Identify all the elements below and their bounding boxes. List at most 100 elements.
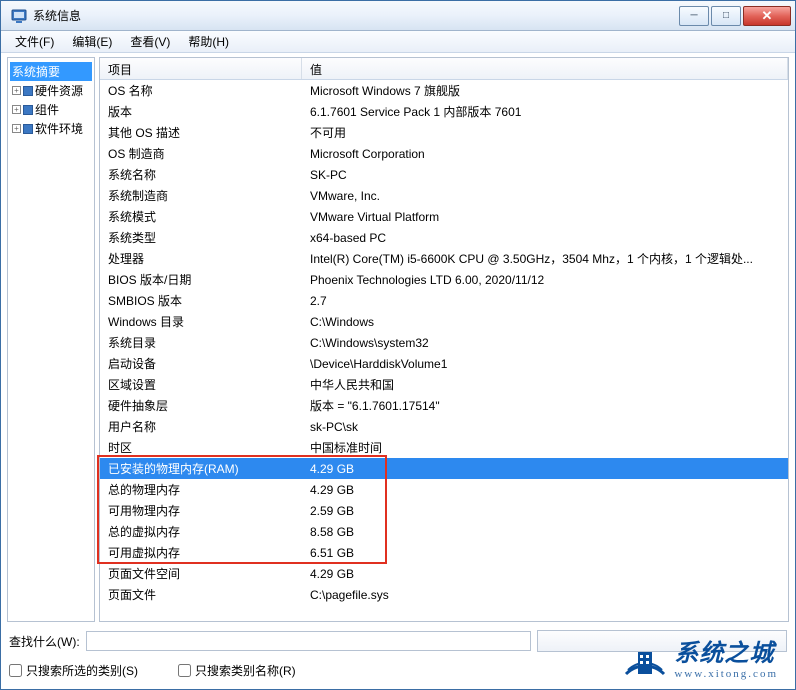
cell-value: VMware, Inc. (302, 189, 788, 203)
table-row[interactable]: 系统类型x64-based PC (100, 227, 788, 248)
cell-item: 硬件抽象层 (100, 397, 302, 414)
watermark-name: 系统之城 (674, 633, 778, 668)
cell-value: 版本 = "6.1.7601.17514" (302, 397, 788, 414)
table-row[interactable]: 系统制造商VMware, Inc. (100, 185, 788, 206)
cell-value: 4.29 GB (302, 483, 788, 497)
cell-value: Microsoft Windows 7 旗舰版 (302, 82, 788, 99)
cell-item: OS 制造商 (100, 145, 302, 162)
table-row[interactable]: 用户名称sk-PC\sk (100, 416, 788, 437)
table-row[interactable]: 总的物理内存4.29 GB (100, 479, 788, 500)
cell-value: 8.58 GB (302, 525, 788, 539)
watermark-logo-icon (624, 636, 666, 678)
cell-value: C:\pagefile.sys (302, 588, 788, 602)
table-row[interactable]: 区域设置中华人民共和国 (100, 374, 788, 395)
cell-value: 中国标准时间 (302, 439, 788, 456)
panes: 系统摘要 + 硬件资源 + 组件 + 软件环境 (7, 57, 789, 622)
cell-item: 版本 (100, 103, 302, 120)
titlebar: 系统信息 ─ □ ✕ (1, 1, 795, 31)
table-row[interactable]: BIOS 版本/日期Phoenix Technologies LTD 6.00,… (100, 269, 788, 290)
table-row[interactable]: 页面文件空间4.29 GB (100, 563, 788, 584)
cell-item: 总的虚拟内存 (100, 523, 302, 540)
tree-root[interactable]: 系统摘要 (10, 62, 92, 81)
watermark-url: www.xitong.com (674, 668, 778, 680)
table-row[interactable]: 已安装的物理内存(RAM)4.29 GB (100, 458, 788, 479)
cell-value: SK-PC (302, 168, 788, 182)
maximize-button[interactable]: □ (711, 6, 741, 26)
cell-value: C:\Windows\system32 (302, 336, 788, 350)
cell-item: BIOS 版本/日期 (100, 271, 302, 288)
expand-icon[interactable]: + (12, 105, 21, 114)
table-row[interactable]: 版本6.1.7601 Service Pack 1 内部版本 7601 (100, 101, 788, 122)
table-row[interactable]: 系统目录C:\Windows\system32 (100, 332, 788, 353)
watermark: 系统之城 www.xitong.com (624, 633, 778, 680)
cell-item: 可用虚拟内存 (100, 544, 302, 561)
checkbox[interactable] (9, 664, 22, 677)
check-label: 只搜索所选的类别(S) (26, 662, 138, 679)
table-row[interactable]: 系统名称SK-PC (100, 164, 788, 185)
menu-help[interactable]: 帮助(H) (180, 31, 237, 52)
col-value[interactable]: 值 (302, 58, 788, 79)
window-title: 系统信息 (33, 7, 679, 24)
search-label: 查找什么(W): (9, 633, 80, 650)
table-row[interactable]: 可用物理内存2.59 GB (100, 500, 788, 521)
table-row[interactable]: SMBIOS 版本2.7 (100, 290, 788, 311)
cell-value: Microsoft Corporation (302, 147, 788, 161)
table-row[interactable]: 总的虚拟内存8.58 GB (100, 521, 788, 542)
table-row[interactable]: 处理器Intel(R) Core(TM) i5-6600K CPU @ 3.50… (100, 248, 788, 269)
cell-item: 总的物理内存 (100, 481, 302, 498)
cell-item: 区域设置 (100, 376, 302, 393)
cell-item: 已安装的物理内存(RAM) (100, 460, 302, 477)
minimize-button[interactable]: ─ (679, 6, 709, 26)
cell-item: 系统目录 (100, 334, 302, 351)
cell-item: 时区 (100, 439, 302, 456)
table-row[interactable]: 时区中国标准时间 (100, 437, 788, 458)
cell-item: OS 名称 (100, 82, 302, 99)
cell-value: 中华人民共和国 (302, 376, 788, 393)
checkbox[interactable] (178, 664, 191, 677)
window-controls: ─ □ ✕ (679, 6, 791, 26)
cell-value: C:\Windows (302, 315, 788, 329)
cell-value: VMware Virtual Platform (302, 210, 788, 224)
tree-node-software[interactable]: + 软件环境 (10, 119, 92, 138)
check-selected-category[interactable]: 只搜索所选的类别(S) (9, 662, 138, 679)
list-header: 项目 值 (100, 58, 788, 80)
check-category-names[interactable]: 只搜索类别名称(R) (178, 662, 296, 679)
menu-view[interactable]: 查看(V) (122, 31, 178, 52)
cell-item: 处理器 (100, 250, 302, 267)
table-row[interactable]: 系统模式VMware Virtual Platform (100, 206, 788, 227)
cell-item: 用户名称 (100, 418, 302, 435)
folder-icon (23, 86, 33, 96)
table-row[interactable]: 启动设备\Device\HarddiskVolume1 (100, 353, 788, 374)
cell-value: x64-based PC (302, 231, 788, 245)
cell-value: 不可用 (302, 124, 788, 141)
table-row[interactable]: 硬件抽象层版本 = "6.1.7601.17514" (100, 395, 788, 416)
table-row[interactable]: Windows 目录C:\Windows (100, 311, 788, 332)
content: 系统摘要 + 硬件资源 + 组件 + 软件环境 (1, 53, 795, 689)
table-row[interactable]: 可用虚拟内存6.51 GB (100, 542, 788, 563)
col-item[interactable]: 项目 (100, 58, 302, 79)
table-row[interactable]: OS 名称Microsoft Windows 7 旗舰版 (100, 80, 788, 101)
cell-item: 系统类型 (100, 229, 302, 246)
cell-value: 4.29 GB (302, 567, 788, 581)
table-row[interactable]: 其他 OS 描述不可用 (100, 122, 788, 143)
cell-value: Phoenix Technologies LTD 6.00, 2020/11/1… (302, 273, 788, 287)
close-button[interactable]: ✕ (743, 6, 791, 26)
cell-value: 2.59 GB (302, 504, 788, 518)
expand-icon[interactable]: + (12, 86, 21, 95)
cell-item: 系统模式 (100, 208, 302, 225)
table-row[interactable]: 页面文件C:\pagefile.sys (100, 584, 788, 605)
tree-node-components[interactable]: + 组件 (10, 100, 92, 119)
tree-node-hardware[interactable]: + 硬件资源 (10, 81, 92, 100)
list-pane: 项目 值 OS 名称Microsoft Windows 7 旗舰版版本6.1.7… (99, 57, 789, 622)
search-input[interactable] (86, 631, 531, 651)
cell-item: SMBIOS 版本 (100, 292, 302, 309)
cell-item: 可用物理内存 (100, 502, 302, 519)
cell-item: 其他 OS 描述 (100, 124, 302, 141)
expand-icon[interactable]: + (12, 124, 21, 133)
table-row[interactable]: OS 制造商Microsoft Corporation (100, 143, 788, 164)
menu-file[interactable]: 文件(F) (7, 31, 62, 52)
cell-value: sk-PC\sk (302, 420, 788, 434)
folder-icon (23, 105, 33, 115)
window: 系统信息 ─ □ ✕ 文件(F) 编辑(E) 查看(V) 帮助(H) 系统摘要 … (0, 0, 796, 690)
menu-edit[interactable]: 编辑(E) (64, 31, 120, 52)
